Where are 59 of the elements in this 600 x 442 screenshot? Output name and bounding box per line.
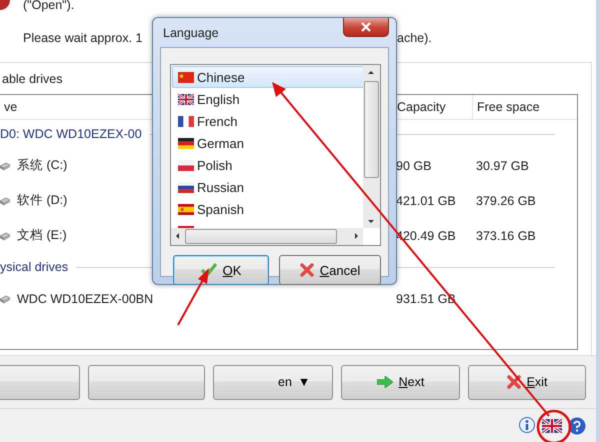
exit-button[interactable]: Exit xyxy=(468,364,586,400)
ok-button[interactable]: OK xyxy=(173,255,269,285)
instruction-text: Please wait approx. 1 xyxy=(23,31,143,45)
column-header[interactable]: ve xyxy=(4,100,18,114)
info-icon[interactable] xyxy=(518,416,536,434)
table-cell-text: 373.16 GB xyxy=(475,228,537,242)
flag-icon xyxy=(178,72,194,82)
language-item[interactable]: Russian xyxy=(172,176,364,198)
flag-icon xyxy=(178,182,194,192)
table-cell-text: 90 GB xyxy=(395,158,432,172)
caret-icon: ▼ xyxy=(298,375,310,389)
language-flag-icon[interactable] xyxy=(542,418,562,432)
close-icon xyxy=(360,22,372,32)
drive-name: 系统 (C:) xyxy=(16,157,68,174)
button[interactable] xyxy=(0,364,80,400)
group-title: able drives xyxy=(2,72,62,86)
app-icon xyxy=(0,0,10,10)
drive-icon xyxy=(0,160,10,170)
dropdown-button[interactable]: en ▼ xyxy=(213,364,333,400)
table-cell-text: 30.97 GB xyxy=(475,158,530,172)
instruction-text: ("Open"). xyxy=(23,0,74,12)
button[interactable] xyxy=(88,364,205,400)
next-button[interactable]: Next xyxy=(341,364,460,400)
flag-icon xyxy=(178,138,194,148)
dialog-title: Language xyxy=(163,26,219,40)
checkmark-icon xyxy=(200,263,217,277)
drive-name: 文档 (E:) xyxy=(16,227,67,244)
instruction-text: ache). xyxy=(397,31,432,45)
language-item[interactable]: German xyxy=(172,132,364,154)
table-cell-text: 421.01 GB xyxy=(395,194,457,208)
drive-name: 软件 (D:) xyxy=(16,192,68,209)
close-icon xyxy=(506,375,521,389)
language-item[interactable]: English xyxy=(172,88,364,110)
flag-icon xyxy=(178,204,194,214)
group-header: D0: WDC WD10EZEX-00 xyxy=(0,127,142,141)
flag-icon xyxy=(178,116,194,126)
drive-icon xyxy=(0,230,10,240)
annotation-arrow xyxy=(177,268,209,326)
arrow-icon xyxy=(376,376,393,388)
horizontal-scrollbar[interactable] xyxy=(171,228,363,245)
drive-name: WDC WD10EZEX-00BN xyxy=(16,292,154,306)
language-item[interactable]: Chinese xyxy=(172,66,364,88)
table-cell-text: 379.26 GB xyxy=(475,194,537,208)
language-list[interactable]: Chinese English French German Polish Russian Spanish xyxy=(170,64,381,246)
flag-icon xyxy=(178,160,194,170)
column-header[interactable]: Capacity xyxy=(397,100,446,114)
drive-icon xyxy=(0,294,10,304)
group-header: ysical drives xyxy=(0,260,68,274)
drive-icon xyxy=(0,196,10,206)
vertical-scrollbar[interactable] xyxy=(363,65,380,228)
language-item[interactable]: French xyxy=(172,110,364,132)
close-button[interactable] xyxy=(343,18,389,37)
close-icon xyxy=(300,263,314,277)
column-header[interactable]: Free space xyxy=(477,100,540,114)
language-item[interactable]: Polish xyxy=(172,154,364,176)
language-item[interactable]: Spanish xyxy=(172,198,364,220)
help-icon[interactable] xyxy=(568,416,586,434)
cancel-button[interactable]: Cancel xyxy=(279,255,381,285)
flag-icon xyxy=(178,94,194,104)
